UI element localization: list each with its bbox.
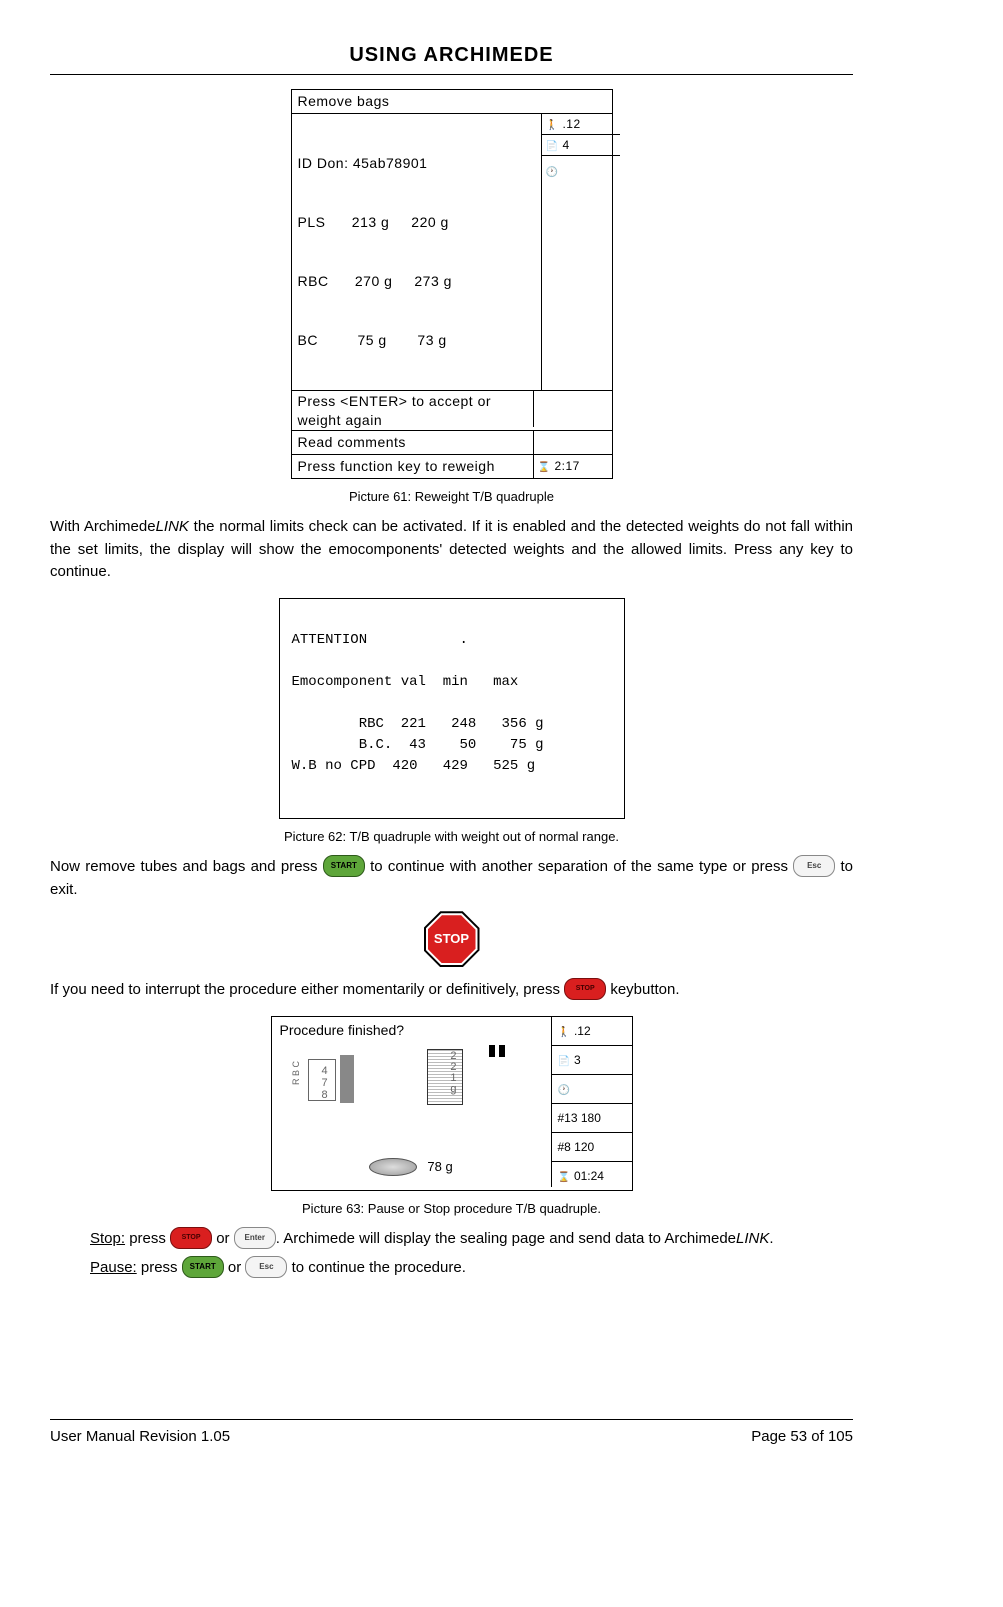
screen-row-rbc: RBC 270 g 273 g (298, 272, 535, 292)
figure-62: ATTENTION . Emocomponent val min max RBC… (50, 598, 853, 847)
figure-63-caption: Picture 63: Pause or Stop procedure T/B … (50, 1199, 853, 1219)
side-page-value: 4 (562, 136, 569, 154)
attention-title: ATTENTION . (292, 632, 468, 648)
stop-button[interactable]: STOP (564, 978, 606, 1000)
attention-row-rbc: RBC 221 248 356 g (292, 716, 544, 732)
clock-icon (558, 1080, 570, 1098)
clock-icon (546, 162, 559, 180)
screen-note: Read comments (292, 431, 533, 454)
esc-button[interactable]: Esc (793, 855, 835, 877)
figure-61-caption: Picture 61: Reweight T/B quadruple (50, 487, 853, 507)
procedure-side-panel: .12 3 #13 180 #8 120 01:24 (552, 1017, 632, 1190)
figure-63: Procedure finished? 2 2 1 g 4 7 8 R B C … (50, 1016, 853, 1219)
figure-62-caption: Picture 62: T/B quadruple with weight ou… (50, 827, 853, 847)
bottom-weight: 78 g (427, 1159, 452, 1174)
paragraph-stop: Stop: press STOP or Enter. Archimede wil… (90, 1228, 853, 1251)
page-icon (546, 136, 559, 154)
screen-title: Remove bags (292, 90, 612, 113)
person-icon (546, 115, 559, 133)
paragraph-3: If you need to interrupt the procedure e… (50, 979, 853, 1002)
screen-row-pls: PLS 213 g 220 g (298, 213, 535, 233)
screen-id-line: ID Don: 45ab78901 (298, 154, 535, 174)
timer-icon (538, 457, 551, 475)
footer-right: Page 53 of 105 (751, 1426, 853, 1449)
procedure-screen: Procedure finished? 2 2 1 g 4 7 8 R B C … (272, 1017, 552, 1187)
start-button[interactable]: START (182, 1256, 224, 1278)
esc-button[interactable]: Esc (245, 1256, 287, 1278)
enter-button[interactable]: Enter (234, 1227, 276, 1249)
figure-61: Remove bags ID Don: 45ab78901 PLS 213 g … (50, 89, 853, 506)
attention-screen: ATTENTION . Emocomponent val min max RBC… (279, 598, 625, 819)
paragraph-2: Now remove tubes and bags and press STAR… (50, 856, 853, 901)
start-button[interactable]: START (323, 855, 365, 877)
screen-prompt: Press <ENTER> to accept or weight again (292, 391, 533, 429)
procedure-title: Procedure finished? (272, 1017, 551, 1044)
person-icon (558, 1022, 570, 1040)
footer-left: User Manual Revision 1.05 (50, 1426, 230, 1449)
page-header-title: USING ARCHIMEDE (50, 40, 853, 75)
timer-icon (558, 1167, 570, 1185)
paragraph-pause: Pause: press START or Esc to continue th… (90, 1257, 853, 1280)
page-footer: User Manual Revision 1.05 Page 53 of 105 (50, 1419, 853, 1449)
stop-button[interactable]: STOP (170, 1227, 212, 1249)
stop-sign-icon: STOP (428, 915, 476, 963)
attention-row-bc: B.C. 43 50 75 g (292, 737, 544, 753)
side-timer-value: 2:17 (554, 457, 579, 475)
screen-row-bc: BC 75 g 73 g (298, 331, 535, 351)
screen-status: Press function key to reweigh (292, 455, 533, 478)
side-person-value: .12 (562, 115, 580, 133)
paragraph-1: With ArchimedeLINK the normal limits che… (50, 516, 853, 584)
attention-row-wb: W.B no CPD 420 429 525 g (292, 758, 536, 774)
attention-header: Emocomponent val min max (292, 674, 519, 690)
page-icon (558, 1051, 570, 1069)
